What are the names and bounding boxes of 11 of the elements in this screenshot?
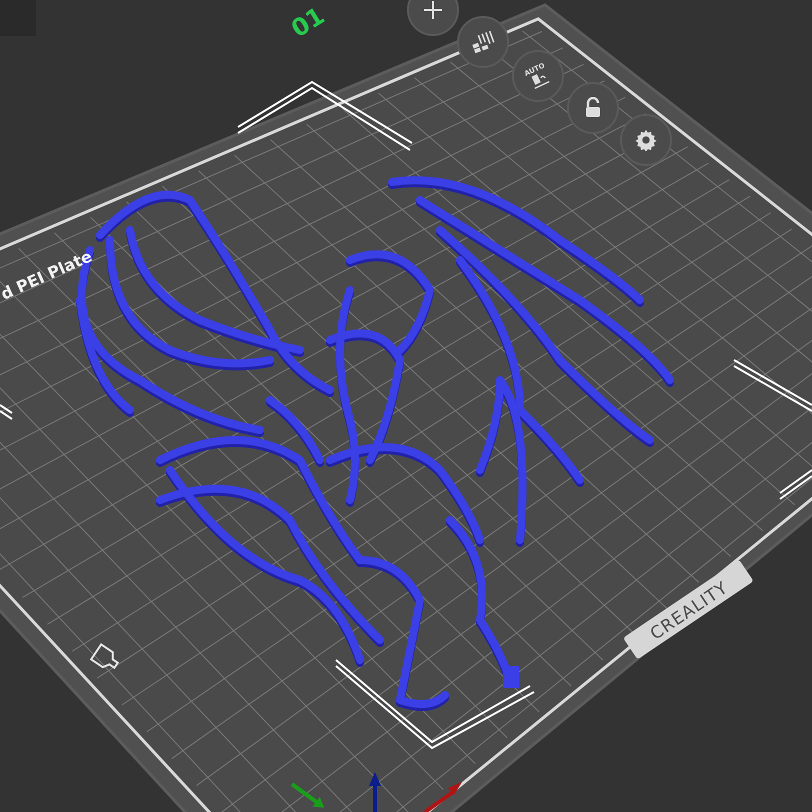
z-axis-arrow (369, 772, 381, 812)
y-axis-arrow (290, 782, 324, 808)
settings-icon (635, 129, 657, 151)
nozzle-icon (90, 643, 120, 670)
plus-icon (422, 0, 444, 21)
plate-label: d PEI Plate (0, 246, 95, 304)
plate-number: 01 (286, 2, 330, 44)
x-axis-arrow (424, 782, 462, 812)
lock-icon (583, 97, 603, 119)
plate-corner-marker (779, 469, 812, 500)
plate-corner-marker (0, 404, 13, 420)
